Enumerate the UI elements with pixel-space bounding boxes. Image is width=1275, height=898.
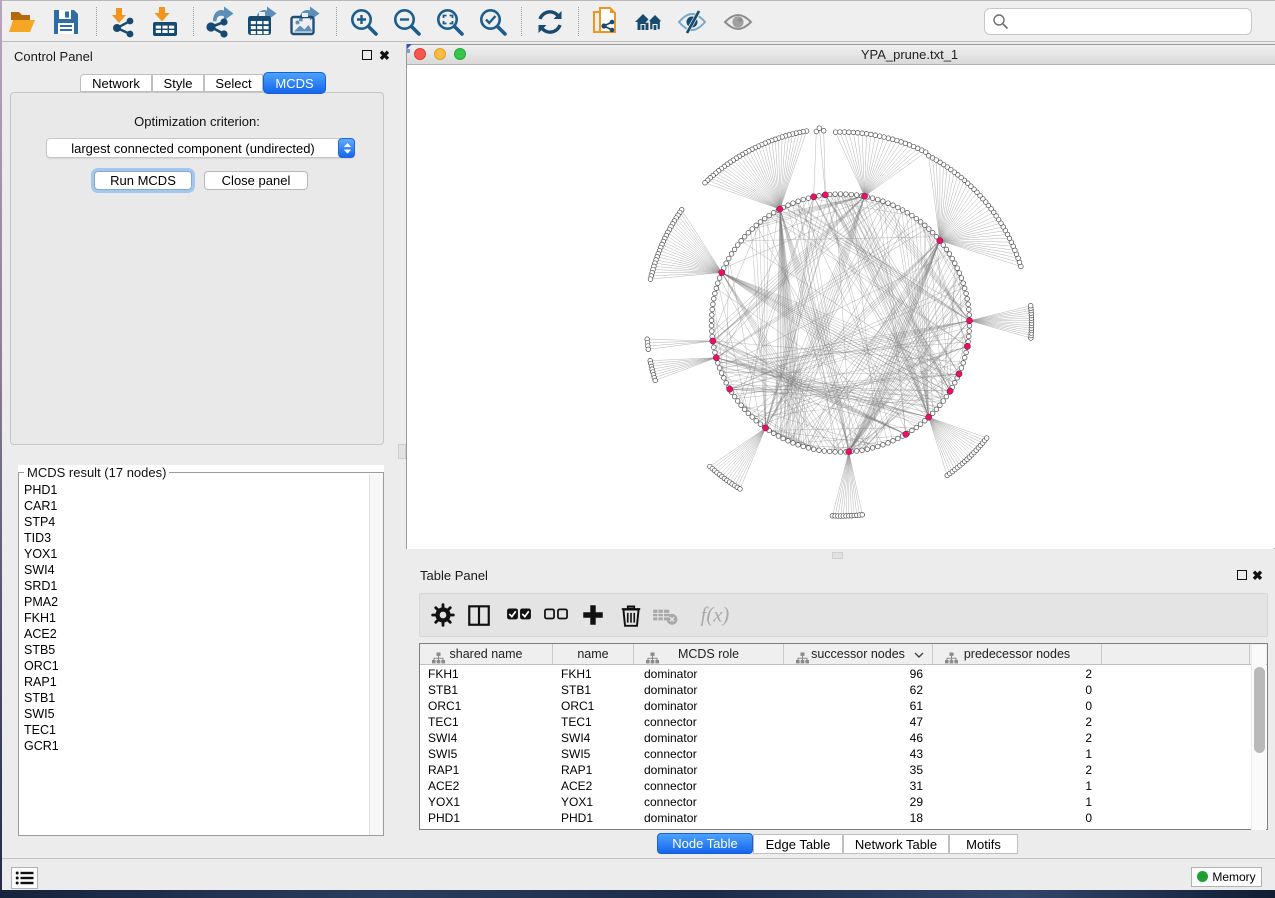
- svg-text:f(x): f(x): [701, 605, 730, 627]
